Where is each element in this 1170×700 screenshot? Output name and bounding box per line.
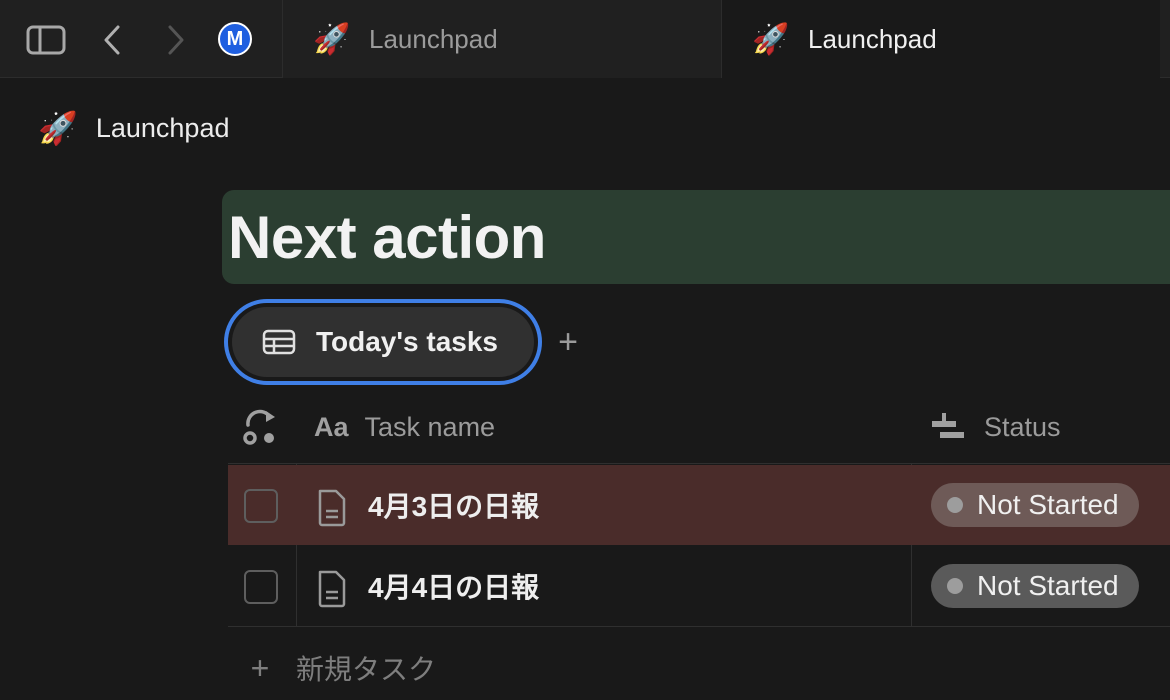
rocket-icon: 🚀 [38, 110, 78, 146]
forward-chevron-icon[interactable] [156, 20, 196, 60]
table-icon [262, 329, 296, 355]
document-icon [318, 570, 346, 608]
plus-icon: + [250, 649, 270, 686]
view-tab-inner: Today's tasks [232, 307, 534, 377]
status-dot-icon [947, 497, 963, 513]
avatar[interactable]: M [218, 22, 252, 56]
tab-label: Launchpad [369, 23, 498, 54]
view-tab-label: Today's tasks [316, 326, 498, 357]
table-divider [228, 626, 1170, 627]
sidebar-toggle-icon[interactable] [26, 20, 66, 60]
row-checkbox[interactable] [244, 489, 278, 523]
tab-label: Launchpad [808, 23, 937, 54]
column-header-status[interactable]: Status [930, 392, 1061, 462]
automation-icon[interactable] [242, 392, 280, 462]
new-task-button[interactable]: + 新規タスク [246, 644, 436, 692]
table-row[interactable]: 4月3日の日報 Not Started [228, 465, 1170, 545]
status-icon [932, 413, 964, 438]
page-title[interactable]: Next action [228, 203, 546, 272]
document-icon [318, 489, 346, 527]
view-tab-todays-tasks[interactable]: Today's tasks [224, 299, 542, 385]
table-divider [228, 463, 1170, 464]
tab-launchpad-inactive[interactable]: 🚀 Launchpad [282, 0, 722, 78]
new-task-label: 新規タスク [296, 654, 437, 685]
text-type-icon: Aa [314, 411, 349, 442]
status-label: Not Started [977, 570, 1119, 601]
rocket-icon: 🚀 [752, 22, 790, 56]
column-header-label: Status [984, 411, 1061, 442]
page-title-block: Next action [222, 190, 1170, 284]
task-name[interactable]: 4月4日の日報 [368, 566, 539, 606]
column-header-task-name[interactable]: Aa Task name [314, 392, 495, 462]
column-header-label: Task name [364, 411, 496, 442]
row-checkbox[interactable] [244, 570, 278, 604]
back-chevron-icon[interactable] [92, 20, 132, 60]
breadcrumb[interactable]: 🚀 Launchpad [38, 106, 229, 150]
breadcrumb-label: Launchpad [95, 112, 230, 143]
tab-launchpad-active[interactable]: 🚀 Launchpad [722, 0, 1160, 78]
add-view-button[interactable]: + [550, 322, 586, 362]
table-row[interactable]: 4月4日の日報 Not Started [228, 546, 1170, 626]
status-label: Not Started [977, 489, 1119, 520]
rocket-icon: 🚀 [313, 22, 351, 56]
status-badge[interactable]: Not Started [931, 483, 1139, 527]
task-name[interactable]: 4月3日の日報 [368, 485, 539, 525]
status-dot-icon [947, 578, 963, 594]
tab-bar: M 🚀 Launchpad 🚀 Launchpad [0, 0, 1170, 78]
status-badge[interactable]: Not Started [931, 564, 1139, 608]
